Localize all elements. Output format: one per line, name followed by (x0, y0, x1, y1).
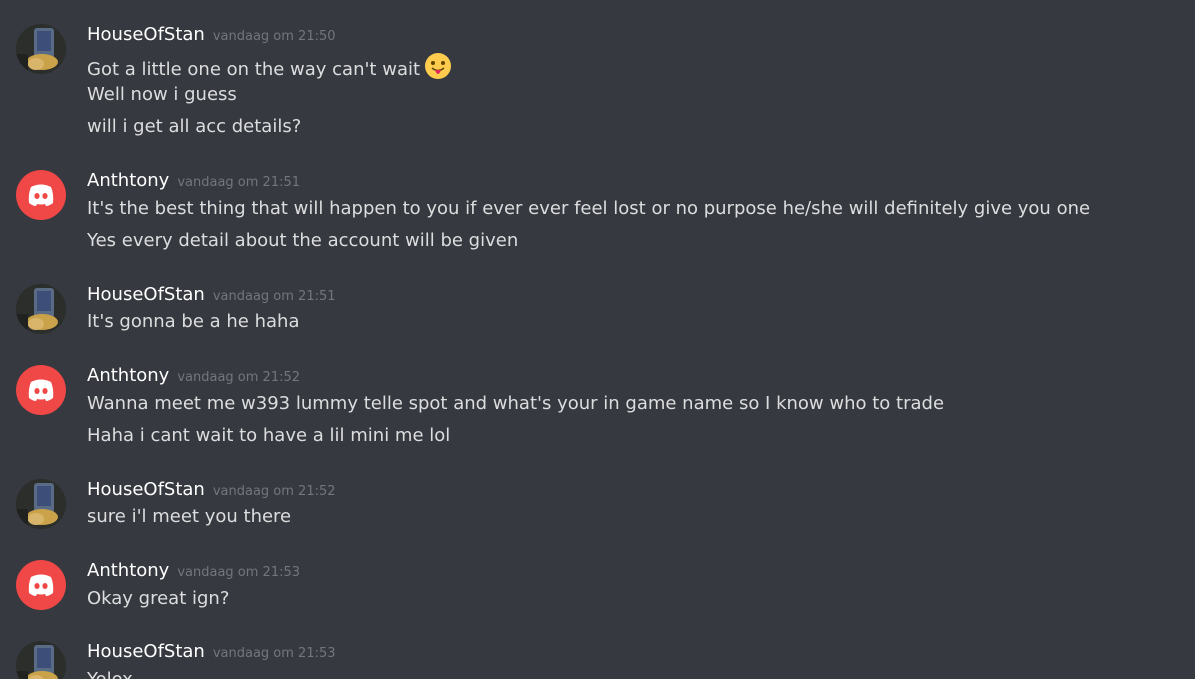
timestamp[interactable]: vandaag om 21:50 (213, 29, 336, 44)
message-text: It's gonna be a he haha (87, 311, 300, 332)
message-text: Wanna meet me w393 lummy telle spot and … (87, 393, 945, 414)
message-header: HouseOfStan vandaag om 21:53 (87, 641, 336, 665)
message-header: HouseOfStan vandaag om 21:50 (87, 24, 336, 48)
username[interactable]: HouseOfStan (87, 24, 205, 45)
message-text: Got a little one on the way can't wait (87, 52, 452, 86)
tongue-out-emoji-icon[interactable] (424, 52, 452, 86)
username[interactable]: HouseOfStan (87, 479, 205, 500)
user-avatar[interactable] (16, 284, 66, 334)
user-avatar[interactable] (16, 641, 66, 679)
timestamp[interactable]: vandaag om 21:51 (213, 289, 336, 304)
message-text: sure i'l meet you there (87, 506, 292, 527)
timestamp[interactable]: vandaag om 21:52 (177, 370, 300, 385)
user-avatar[interactable] (16, 479, 66, 529)
message-text: will i get all acc details? (87, 116, 302, 137)
message-header: Anthtony vandaag om 21:53 (87, 560, 300, 584)
username[interactable]: Anthtony (87, 365, 169, 386)
discord-logo-icon (28, 379, 54, 401)
discord-logo-icon (28, 184, 54, 206)
message-text: Yolox (87, 669, 133, 679)
user-avatar[interactable] (16, 170, 66, 220)
photo-avatar-icon (16, 479, 66, 529)
user-avatar[interactable] (16, 365, 66, 415)
message-header: Anthtony vandaag om 21:51 (87, 170, 300, 194)
message-text: Well now i guess (87, 84, 237, 105)
username[interactable]: Anthtony (87, 560, 169, 581)
message-header: Anthtony vandaag om 21:52 (87, 365, 300, 389)
message-text: Yes every detail about the account will … (87, 230, 519, 251)
photo-avatar-icon (16, 641, 66, 679)
timestamp[interactable]: vandaag om 21:51 (177, 175, 300, 190)
username[interactable]: HouseOfStan (87, 284, 205, 305)
message-text-content: Got a little one on the way can't wait (87, 59, 421, 80)
photo-avatar-icon (16, 284, 66, 334)
message-header: HouseOfStan vandaag om 21:51 (87, 284, 336, 308)
message-header: HouseOfStan vandaag om 21:52 (87, 479, 336, 503)
timestamp[interactable]: vandaag om 21:53 (213, 646, 336, 661)
username[interactable]: HouseOfStan (87, 641, 205, 662)
username[interactable]: Anthtony (87, 170, 169, 191)
discord-logo-icon (28, 574, 54, 596)
timestamp[interactable]: vandaag om 21:52 (213, 484, 336, 499)
user-avatar[interactable] (16, 560, 66, 610)
chat-messages: HouseOfStan vandaag om 21:50 Got a little… (0, 0, 1195, 679)
timestamp[interactable]: vandaag om 21:53 (177, 565, 300, 580)
message-text: Haha i cant wait to have a lil mini me l… (87, 425, 451, 446)
user-avatar[interactable] (16, 24, 66, 74)
message-text: It's the best thing that will happen to … (87, 198, 1091, 219)
message-text: Okay great ign? (87, 588, 230, 609)
photo-avatar-icon (16, 24, 66, 74)
